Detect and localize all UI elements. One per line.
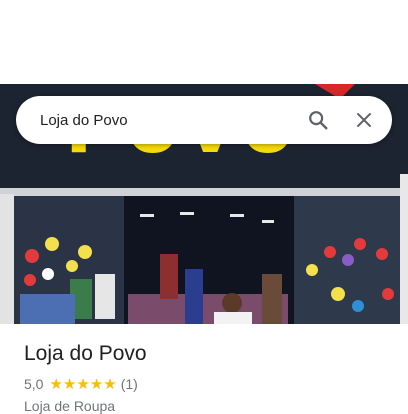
map-background: [0, 0, 408, 84]
rating-row[interactable]: 5,0 ★ ★ ★ ★ ★ (1): [24, 376, 138, 392]
star-icon: ★: [76, 375, 90, 393]
rating-stars: ★ ★ ★ ★ ★: [49, 377, 116, 392]
search-button[interactable]: [298, 100, 338, 140]
place-info-panel[interactable]: Loja do Povo 5,0 ★ ★ ★ ★ ★ (1) Loja de R…: [0, 324, 408, 414]
rating-value: 5,0: [24, 376, 44, 392]
star-icon: ★: [62, 375, 77, 393]
star-icon: ★: [103, 375, 117, 393]
star-icon: ★: [89, 375, 104, 393]
search-bar[interactable]: Loja do Povo: [16, 96, 392, 144]
review-count[interactable]: (1): [121, 376, 138, 392]
place-name: Loja do Povo: [24, 342, 147, 365]
star-icon: ★: [49, 375, 63, 393]
place-category: Loja de Roupa: [24, 398, 116, 414]
search-icon: [309, 111, 328, 130]
close-icon: [357, 113, 371, 127]
clear-search-button[interactable]: [344, 100, 384, 140]
search-input[interactable]: Loja do Povo: [40, 112, 298, 129]
